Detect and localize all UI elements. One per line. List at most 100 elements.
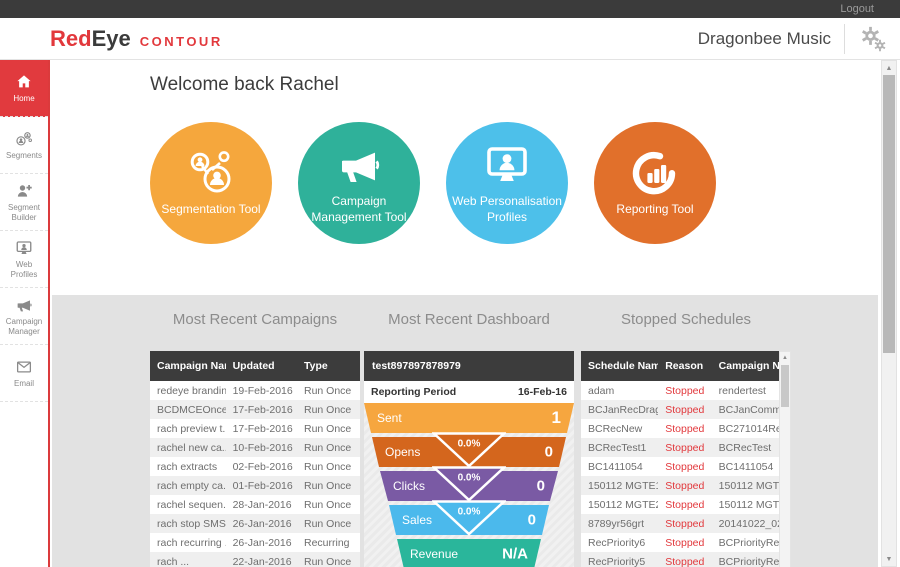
reporting-period-value: 16-Feb-16 — [518, 386, 567, 398]
table-cell: rach ... — [150, 556, 226, 567]
funnel-value: 1 — [552, 408, 561, 428]
sidebar: Home Segments Segment Builder Web ProfilesC… — [0, 60, 50, 567]
table-row[interactable]: rach preview t...17-Feb-2016Run Once — [150, 419, 360, 438]
table-cell: Run Once — [297, 480, 360, 492]
table-cell: 20141022_02 — [712, 518, 779, 530]
table-row[interactable]: rach ...22-Jan-2016Run Once — [150, 552, 360, 567]
dashboard-panel-header[interactable]: test897897878979 — [364, 351, 574, 381]
scroll-up-icon[interactable]: ▲ — [882, 61, 896, 75]
table-row[interactable]: rach extracts02-Feb-2016Run Once — [150, 457, 360, 476]
tool-segmentation-tool[interactable]: Segmentation Tool — [150, 122, 272, 244]
welcome-section: Welcome back Rachel Segmentation Tool Cam… — [52, 60, 878, 295]
sidebar-item-label: Segment Builder — [0, 203, 48, 221]
table-cell: BCRecTest — [712, 442, 779, 454]
stopped-table-scrollbar[interactable]: ▲ — [779, 351, 791, 567]
funnel-label: Sales — [402, 513, 432, 527]
sidebar-item-label: Segments — [4, 151, 44, 160]
table-row[interactable]: rach empty ca...01-Feb-2016Run Once — [150, 476, 360, 495]
tool-web-personalisation-profiles[interactable]: Web Personalisation Profiles — [446, 122, 568, 244]
page-scrollbar[interactable]: ▲ ▼ — [881, 60, 897, 567]
table-row[interactable]: RecPriority5StoppedBCPriorityRec — [581, 552, 779, 567]
table-cell: Run Once — [297, 518, 360, 530]
column-header: Type — [297, 360, 360, 372]
table-cell: 8789yr56grt — [581, 518, 658, 530]
topbar: Logout — [0, 0, 900, 18]
table-cell: 19-Feb-2016 — [226, 385, 297, 397]
table-cell: BCRecTest1 — [581, 442, 658, 454]
table-row[interactable]: adamStoppedrendertest — [581, 381, 779, 400]
table-row[interactable]: BCJanRecDragonStoppedBCJanCommis... — [581, 400, 779, 419]
table-cell: Run Once — [297, 461, 360, 473]
table-row[interactable]: 150112 MGTE1Stopped150112 MGT C1 — [581, 476, 779, 495]
sidebar-item-email[interactable]: Email — [0, 345, 48, 402]
funnel-value: N/A — [502, 546, 528, 563]
table-cell: RecPriority6 — [581, 537, 658, 549]
table-cell: 150112 MGTE1 — [581, 480, 658, 492]
table-row[interactable]: BCRecTest1StoppedBCRecTest — [581, 438, 779, 457]
sidebar-item-segment-builder[interactable]: Segment Builder — [0, 174, 48, 231]
table-header-row: Campaign NameUpdatedType — [150, 351, 360, 381]
table-row[interactable]: rachel new ca...10-Feb-2016Run Once — [150, 438, 360, 457]
table-row[interactable]: 8789yr56grtStopped20141022_02 — [581, 514, 779, 533]
table-row[interactable]: 150112 MGTE2Stopped150112 MGTC2 — [581, 495, 779, 514]
table-cell: rach extracts — [150, 461, 226, 473]
tool-label: Segmentation Tool — [161, 202, 260, 218]
table-cell: 28-Jan-2016 — [226, 499, 297, 511]
table-cell: 150112 MGTC2 — [712, 499, 779, 511]
table-cell: BC1411054 — [712, 461, 779, 473]
table-cell: rach recurring ... — [150, 537, 226, 549]
settings-gears-icon[interactable] — [858, 24, 888, 54]
funnel-segment-sent: Sent 1 — [364, 403, 574, 433]
brand-secondary: CONTOUR — [140, 34, 223, 49]
scrollbar-thumb[interactable] — [781, 365, 789, 407]
column-header: Campaign Name — [150, 360, 226, 372]
table-row[interactable]: BC1411054StoppedBC1411054 — [581, 457, 779, 476]
table-row[interactable]: redeye branding19-Feb-2016Run Once — [150, 381, 360, 400]
table-cell: BCPriorityRec — [712, 556, 779, 567]
scrollbar-thumb[interactable] — [883, 75, 895, 353]
column-header: Updated — [226, 360, 297, 372]
column-header: Campaign Name — [712, 360, 779, 372]
table-row[interactable]: rachel sequen...28-Jan-2016Run Once — [150, 495, 360, 514]
dashboard-band: Most Recent Campaigns Most Recent Dashbo… — [52, 295, 878, 567]
sidebar-item-campaign-manager[interactable]: Campaign Manager — [0, 288, 48, 345]
table-cell: BCPriorityRec — [712, 537, 779, 549]
brand-primary-red: Red — [50, 26, 92, 52]
table-cell: Stopped — [658, 556, 711, 567]
table-cell: Stopped — [658, 442, 711, 454]
logout-link[interactable]: Logout — [840, 3, 874, 15]
funnel-label: Sent — [377, 411, 402, 425]
table-row[interactable]: rach stop SMS ...26-Jan-2016Run Once — [150, 514, 360, 533]
segment-builder-icon — [15, 182, 33, 200]
funnel-label: Clicks — [393, 479, 425, 493]
page-title: Welcome back Rachel — [150, 74, 878, 96]
sidebar-item-segments[interactable]: Segments — [0, 117, 48, 174]
table-cell: 26-Jan-2016 — [226, 537, 297, 549]
scroll-up-icon[interactable]: ▲ — [780, 352, 790, 364]
stopped-schedules-table: Schedule NameReasonCampaign NameadamStop… — [581, 351, 779, 567]
tool-campaign-management-tool[interactable]: Campaign Management Tool — [298, 122, 420, 244]
column-header: Schedule Name — [581, 360, 658, 372]
table-cell: 17-Feb-2016 — [226, 404, 297, 416]
web-profiles-icon — [15, 239, 33, 257]
table-row[interactable]: BCDMCEOnce217-Feb-2016Run Once — [150, 400, 360, 419]
table-row[interactable]: rach recurring ...26-Jan-2016Recurring — [150, 533, 360, 552]
recent-dashboard-panel: test897897878979 Reporting Period 16-Feb… — [364, 351, 574, 567]
tool-reporting-tool[interactable]: Reporting Tool — [594, 122, 716, 244]
table-cell: 26-Jan-2016 — [226, 518, 297, 530]
sidebar-item-web-profiles[interactable]: Web Profiles — [0, 231, 48, 288]
segmentation-icon — [187, 149, 235, 197]
table-row[interactable]: BCRecNewStoppedBC271014Rec — [581, 419, 779, 438]
reporting-icon — [631, 149, 679, 197]
scroll-down-icon[interactable]: ▼ — [882, 552, 896, 566]
funnel-value: 0 — [528, 512, 536, 529]
table-row[interactable]: RecPriority6StoppedBCPriorityRec — [581, 533, 779, 552]
segments-icon — [15, 130, 33, 148]
table-cell: 22-Jan-2016 — [226, 556, 297, 567]
table-cell: Stopped — [658, 461, 711, 473]
table-cell: 17-Feb-2016 — [226, 423, 297, 435]
sidebar-item-home[interactable]: Home — [0, 60, 48, 117]
sidebar-item-label: Home — [11, 94, 36, 103]
funnel-chart: Sent1Opens00.0%Clicks00.0%Sales00.0%Reve… — [364, 403, 574, 567]
brand-logo[interactable]: RedEye CONTOUR — [50, 26, 223, 52]
